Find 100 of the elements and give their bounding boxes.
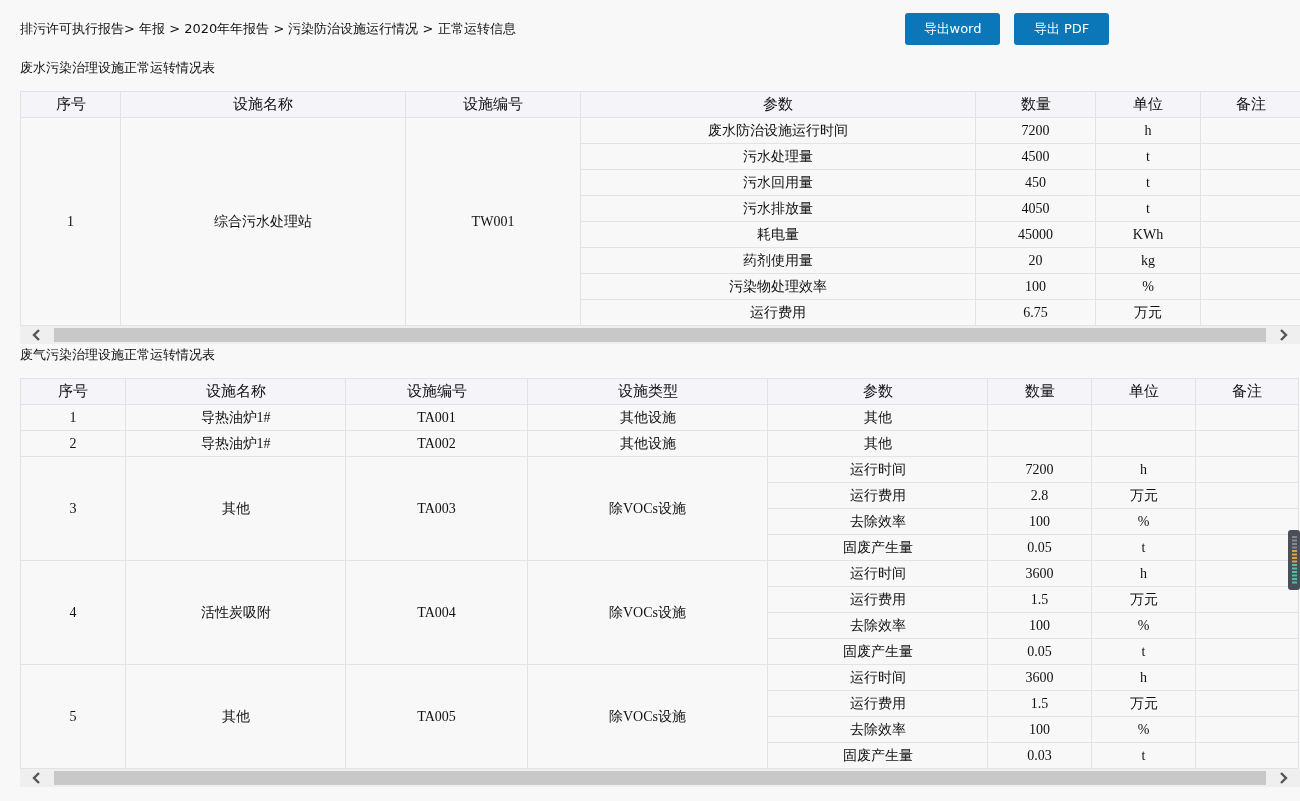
table-cell: %: [1137, 514, 1150, 529]
table-cell: 6.75: [1023, 305, 1048, 320]
table-cell: 7200: [1025, 462, 1054, 477]
column-header: 数量: [987, 378, 1092, 405]
table-cell: 0.03: [1027, 748, 1052, 763]
column-header: 设施名称: [120, 91, 406, 118]
column-header: 参数: [580, 91, 976, 118]
column-header: 序号: [20, 91, 121, 118]
table-cell: 2: [69, 436, 77, 451]
table-cell: 除VOCs设施: [609, 500, 686, 516]
table-cell: 3: [69, 501, 77, 516]
table-cell: h: [1140, 462, 1147, 477]
table-cell: t: [1141, 748, 1146, 763]
table-cell: 运行费用: [849, 487, 906, 503]
export-button[interactable]: 导出word: [905, 13, 1000, 45]
table-cell: t: [1146, 175, 1150, 190]
table-cell: t: [1146, 201, 1150, 216]
table-cell: 100: [1029, 618, 1050, 633]
column-header: 单位: [1095, 91, 1201, 118]
table-cell: 去除效率: [849, 721, 906, 737]
level-meter-icon[interactable]: [1288, 530, 1300, 590]
table-cell: h: [1144, 123, 1152, 138]
table-cell: 4: [69, 605, 77, 620]
table-cell: 万元: [1129, 695, 1158, 711]
horizontal-scrollbar[interactable]: [20, 769, 1300, 787]
section-title: 废气污染治理设施正常运转情况表: [19, 346, 216, 364]
table-cell: 运行时间: [849, 565, 906, 581]
table-cell: 万元: [1129, 487, 1158, 503]
table-cell: 运行费用: [849, 591, 906, 607]
column-header: 参数: [767, 378, 988, 405]
table-cell: 3600: [1025, 566, 1054, 581]
table-cell: 导热油炉1#: [200, 435, 271, 451]
table-cell: t: [1146, 149, 1150, 164]
table-cell: 其他: [863, 435, 892, 451]
table-cell: 运行时间: [849, 669, 906, 685]
table-cell: t: [1141, 644, 1146, 659]
table-cell: 0.05: [1027, 540, 1052, 555]
table-cell: 其他: [863, 409, 892, 425]
table-cell: TA003: [417, 501, 456, 516]
table-cell: 0.05: [1027, 644, 1052, 659]
table-cell: 固废产生量: [842, 643, 913, 659]
table-cell: t: [1141, 540, 1146, 555]
table-cell: TA005: [417, 709, 456, 724]
column-header: 设施类型: [527, 378, 768, 405]
column-header: 备注: [1195, 378, 1299, 405]
table-cell: 固废产生量: [842, 747, 913, 763]
table-cell: 污水排放量: [743, 200, 813, 216]
table-cell: 万元: [1129, 591, 1158, 607]
table-cell: 除VOCs设施: [609, 604, 686, 620]
table-cell: TA001: [417, 410, 456, 425]
table-cell: h: [1140, 566, 1147, 581]
breadcrumb: 排污许可执行报告> 年报 > 2020年年报告 > 污染防治设施运行情况 > 正常运转信息: [20, 20, 517, 38]
table-cell: TA004: [417, 605, 456, 620]
table-cell: 4050: [1021, 201, 1050, 216]
column-header: 数量: [975, 91, 1096, 118]
column-header: 设施名称: [125, 378, 346, 405]
column-header: 单位: [1091, 378, 1196, 405]
table-cell: %: [1137, 618, 1150, 633]
table-cell: 100: [1025, 279, 1046, 294]
table-cell: 5: [69, 709, 77, 724]
scroll-left-icon[interactable]: [32, 329, 42, 341]
table-cell: 20: [1028, 253, 1043, 268]
table-cell: 1.5: [1030, 592, 1049, 607]
table-cell: 耗电量: [757, 226, 799, 242]
table-cell: 污染物处理效率: [729, 278, 827, 294]
section-title: 废水污染治理设施正常运转情况表: [19, 59, 216, 77]
table-cell: 2.8: [1030, 488, 1049, 503]
table-cell: 除VOCs设施: [609, 708, 686, 724]
table-cell: %: [1137, 722, 1150, 737]
table-cell: 去除效率: [849, 617, 906, 633]
table-cell: 100: [1029, 722, 1050, 737]
table-cell: 450: [1025, 175, 1046, 190]
table-cell: 100: [1029, 514, 1050, 529]
table-cell: 3600: [1025, 670, 1054, 685]
table-cell: h: [1140, 670, 1147, 685]
table-cell: 45000: [1018, 227, 1053, 242]
table-cell: 运行时间: [849, 461, 906, 477]
table-cell: 药剂使用量: [743, 252, 813, 268]
table-cell: 运行费用: [750, 304, 806, 320]
export-button[interactable]: 导出 PDF: [1014, 13, 1109, 45]
scroll-right-icon[interactable]: [1278, 329, 1288, 341]
column-header: 设施编号: [405, 91, 581, 118]
table-cell: 其他: [221, 500, 250, 516]
table-cell: %: [1142, 279, 1154, 294]
table-cell: 去除效率: [849, 513, 906, 529]
table-cell: 导热油炉1#: [200, 409, 271, 425]
table-cell: 固废产生量: [842, 539, 913, 555]
column-header: 设施编号: [345, 378, 528, 405]
table-cell: 7200: [1021, 123, 1050, 138]
table-cell: kg: [1141, 253, 1155, 268]
column-header: 备注: [1200, 91, 1300, 118]
table-cell: 1.5: [1030, 696, 1049, 711]
scroll-left-icon[interactable]: [32, 772, 42, 784]
table-cell: 污水回用量: [743, 174, 813, 190]
horizontal-scrollbar[interactable]: [20, 326, 1300, 344]
table-cell: 4500: [1021, 149, 1050, 164]
table-cell: 综合污水处理站: [214, 213, 312, 229]
table-cell: TA002: [417, 436, 456, 451]
table-cell: 其他设施: [619, 435, 676, 451]
scroll-right-icon[interactable]: [1278, 772, 1288, 784]
